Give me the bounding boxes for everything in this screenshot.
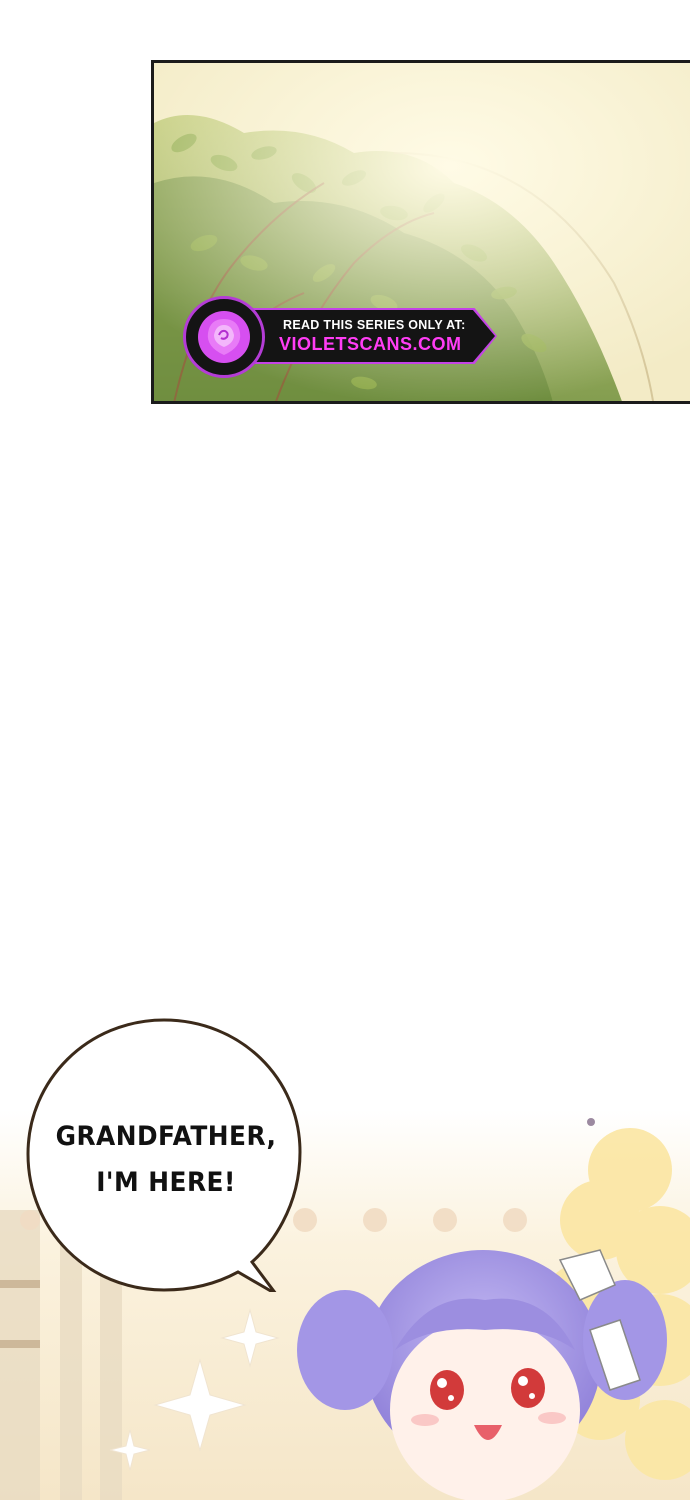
rose-icon (198, 311, 250, 363)
watermark-line1: READ THIS SERIES ONLY AT: (283, 318, 466, 332)
watermark-badge: READ THIS SERIES ONLY AT: VIOLETSCANS.CO… (183, 296, 497, 378)
watermark-url: VIOLETSCANS.COM (279, 334, 462, 354)
rose-logo (183, 296, 265, 378)
speech-bubble: GRANDFATHER, I'M HERE! (26, 1018, 302, 1292)
bubble-line1: GRANDFATHER, (55, 1121, 277, 1152)
bubble-text: GRANDFATHER, I'M HERE! (56, 1114, 277, 1206)
bubble-line2: I'M HERE! (96, 1167, 236, 1198)
